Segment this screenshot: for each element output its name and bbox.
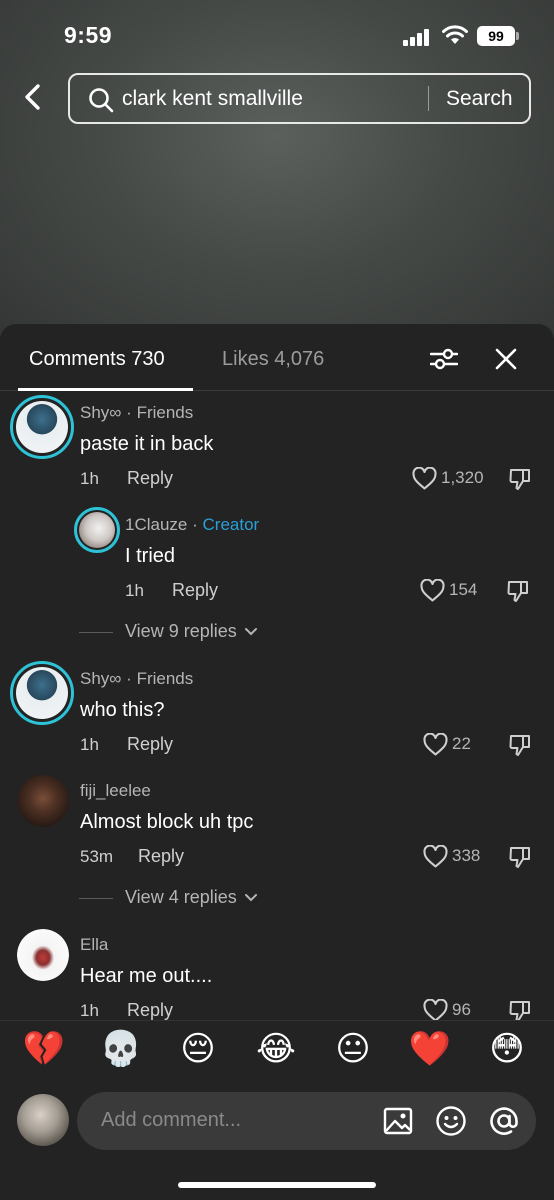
emoji-tears-of-joy[interactable]: 😂 xyxy=(254,1029,298,1069)
like-count: 22 xyxy=(452,733,471,753)
comment-time: 1h xyxy=(125,581,144,600)
filter-icon[interactable] xyxy=(430,346,458,372)
avatar[interactable] xyxy=(74,507,120,553)
search-divider xyxy=(428,86,429,111)
status-bar: 9:59 99 xyxy=(0,0,554,70)
comment-time: 1h xyxy=(80,735,99,754)
wifi-icon xyxy=(442,25,468,44)
emoji-smile-icon[interactable] xyxy=(435,1105,467,1137)
comment-username[interactable]: 1Clauze · Creator xyxy=(125,515,259,535)
search-button[interactable]: Search xyxy=(446,87,513,111)
comment-input-placeholder: Add comment... xyxy=(101,1109,242,1131)
view-replies-button[interactable]: View 4 replies xyxy=(79,887,258,908)
back-arrow-icon[interactable] xyxy=(20,82,46,112)
dislike-icon[interactable] xyxy=(508,999,532,1020)
avatar[interactable] xyxy=(10,395,74,459)
view-replies-button[interactable]: View 9 replies xyxy=(79,621,258,642)
search-input[interactable]: clark kent smallville xyxy=(122,87,303,111)
comment-input-row: Add comment... xyxy=(0,1086,554,1200)
dislike-icon[interactable] xyxy=(508,733,532,757)
emoji-neutral[interactable]: 😐 xyxy=(331,1029,375,1069)
reply-button[interactable]: Reply xyxy=(127,734,173,755)
emoji-bar: 💔 💀 😔 😂 😐 ❤️ 😳 xyxy=(0,1020,554,1086)
heart-icon xyxy=(423,732,448,756)
comment-input[interactable]: Add comment... xyxy=(77,1092,536,1150)
emoji-skull[interactable]: 💀 xyxy=(99,1029,143,1069)
like-button[interactable]: 22 xyxy=(423,732,471,756)
comment-text: Hear me out.... xyxy=(80,965,213,987)
divider-line xyxy=(79,631,113,633)
avatar[interactable] xyxy=(17,929,69,981)
like-count: 338 xyxy=(452,845,481,865)
battery-icon: 99 xyxy=(477,26,515,46)
comment-username[interactable]: fiji_leelee xyxy=(80,781,151,801)
reply-button[interactable]: Reply xyxy=(127,468,173,489)
divider-line xyxy=(79,897,113,899)
reply-button[interactable]: Reply xyxy=(127,1000,173,1020)
image-icon[interactable] xyxy=(383,1106,413,1136)
home-indicator xyxy=(178,1182,376,1188)
comment-text: who this? xyxy=(80,699,165,721)
comment-text: I tried xyxy=(125,545,176,567)
reply-button[interactable]: Reply xyxy=(138,846,184,867)
search-bar[interactable]: clark kent smallville Search xyxy=(68,73,531,124)
tab-comments[interactable]: Comments 730 xyxy=(29,348,165,371)
comment-time: 1h xyxy=(80,1001,99,1020)
search-icon xyxy=(89,88,114,113)
signal-icon xyxy=(403,28,431,46)
like-count: 154 xyxy=(449,579,478,599)
emoji-red-heart[interactable]: ❤️ xyxy=(408,1029,452,1069)
comments-list: Shy∞ · Friends paste it in back 1h Reply… xyxy=(0,392,554,1020)
like-button[interactable]: 154 xyxy=(420,578,478,602)
heart-icon xyxy=(412,466,437,490)
comment-item: Shy∞ · Friends who this? 1h Reply 22 xyxy=(0,658,554,770)
battery-cap xyxy=(516,32,519,40)
status-time: 9:59 xyxy=(64,22,113,48)
emoji-broken-heart[interactable]: 💔 xyxy=(22,1029,66,1069)
comments-panel: Comments 730 Likes 4,076 Shy∞ · Friends … xyxy=(0,324,554,1200)
comments-tabs: Comments 730 Likes 4,076 xyxy=(0,324,554,391)
comment-item: Shy∞ · Friends paste it in back 1h Reply… xyxy=(0,392,554,504)
avatar[interactable] xyxy=(17,1094,69,1146)
tab-likes[interactable]: Likes 4,076 xyxy=(222,348,324,371)
comment-time: 1h xyxy=(80,469,99,488)
comment-item: 1Clauze · Creator I tried 1h Reply 154 V… xyxy=(0,504,554,644)
avatar[interactable] xyxy=(17,775,69,827)
heart-icon xyxy=(420,578,445,602)
creator-badge: Creator xyxy=(202,515,260,534)
chevron-down-icon xyxy=(244,894,257,902)
reply-button[interactable]: Reply xyxy=(172,580,218,601)
like-count: 1,320 xyxy=(441,467,484,487)
dislike-icon[interactable] xyxy=(508,467,532,491)
emoji-flushed[interactable]: 😳 xyxy=(485,1029,529,1069)
comment-username[interactable]: Ella xyxy=(80,935,108,955)
close-icon[interactable] xyxy=(495,348,517,370)
comment-text: paste it in back xyxy=(80,433,214,455)
mention-icon[interactable] xyxy=(488,1105,520,1137)
emoji-pensive[interactable]: 😔 xyxy=(176,1029,220,1069)
like-button[interactable]: 96 xyxy=(423,998,471,1020)
avatar[interactable] xyxy=(10,661,74,725)
comment-item: fiji_leelee Almost block uh tpc 53m Repl… xyxy=(0,770,554,928)
comment-time: 53m xyxy=(80,847,114,866)
like-button[interactable]: 1,320 xyxy=(412,466,484,490)
comment-username[interactable]: Shy∞ · Friends xyxy=(80,403,193,423)
comment-username[interactable]: Shy∞ · Friends xyxy=(80,669,193,689)
comment-item: Ella Hear me out.... 1h Reply 96 xyxy=(0,924,554,1020)
like-count: 96 xyxy=(452,999,471,1019)
dislike-icon[interactable] xyxy=(506,579,530,603)
heart-icon xyxy=(423,844,448,868)
dislike-icon[interactable] xyxy=(508,845,532,869)
comment-text: Almost block uh tpc xyxy=(80,811,254,833)
chevron-down-icon xyxy=(244,628,257,636)
like-button[interactable]: 338 xyxy=(423,844,481,868)
heart-icon xyxy=(423,998,448,1020)
tab-active-underline xyxy=(18,388,193,391)
